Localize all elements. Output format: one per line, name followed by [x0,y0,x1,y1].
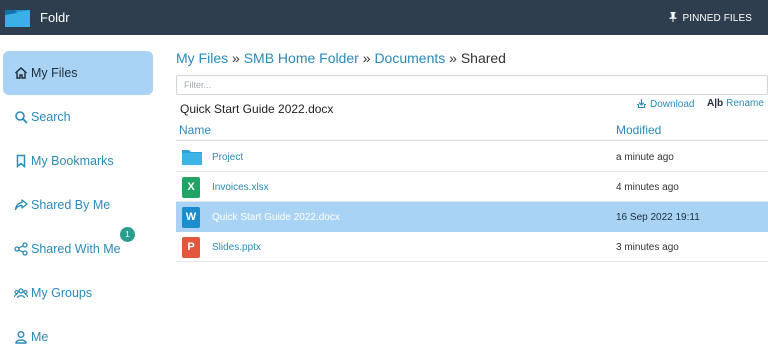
sidebar-item-my-bookmarks[interactable]: My Bookmarks [3,139,153,183]
folder-icon [182,150,202,165]
share-icon [14,199,28,211]
pinned-files-button[interactable]: PINNED FILES [669,12,752,24]
column-header-modified[interactable]: Modified [616,123,661,137]
rename-button[interactable]: A|b Rename [707,98,764,109]
pin-icon [669,12,677,22]
breadcrumb-documents[interactable]: Documents [374,50,445,66]
sidebar-item-label: My Files [31,66,78,80]
sidebar-item-search[interactable]: Search [3,95,153,139]
download-button[interactable]: Download [636,98,694,110]
download-icon [637,99,646,109]
home-icon [14,66,28,79]
sidebar-item-my-files[interactable]: My Files [3,51,153,95]
bookmark-icon [16,154,26,168]
header-divider [176,140,768,141]
file-name[interactable]: Quick Start Guide 2022.docx [212,212,340,223]
sidebar-item-label: Shared With Me [31,242,121,256]
file-name[interactable]: Project [212,152,243,163]
file-modified: a minute ago [616,152,674,163]
rename-label: Rename [726,98,764,109]
sidebar-item-label: Shared By Me [31,198,111,212]
breadcrumb-separator: » [362,50,371,66]
excel-icon: X [182,177,200,198]
breadcrumb: My Files » SMB Home Folder » Documents »… [176,50,506,66]
table-row[interactable]: P Slides.pptx 3 minutes ago [176,232,768,262]
filter-input[interactable] [176,75,768,95]
shared-with-icon [14,242,28,256]
powerpoint-icon: P [182,237,200,258]
file-name[interactable]: Invoices.xlsx [212,182,269,193]
rename-icon: A|b [707,98,724,109]
breadcrumb-current: Shared [460,50,506,66]
table-row[interactable]: X Invoices.xlsx 4 minutes ago [176,172,768,202]
breadcrumb-separator: » [232,50,240,66]
table-row[interactable]: Project a minute ago [176,142,768,172]
sidebar-item-shared-by-me[interactable]: Shared By Me [3,183,153,227]
breadcrumb-my-files[interactable]: My Files [176,50,228,66]
sidebar-item-label: My Groups [31,286,93,300]
notification-badge: 1 [120,227,135,242]
sidebar-item-label: Me [31,330,49,344]
word-icon: W [182,207,200,228]
groups-icon [14,288,28,299]
download-label: Download [650,99,695,110]
sidebar-item-label: Search [31,110,71,124]
search-icon [15,111,28,124]
user-icon [15,331,27,344]
app-title[interactable]: Foldr [40,10,70,25]
file-modified: 4 minutes ago [616,182,679,193]
sidebar-item-me[interactable]: Me [3,315,153,353]
breadcrumb-separator: » [449,50,457,66]
table-row-selected[interactable]: W Quick Start Guide 2022.docx 16 Sep 202… [176,202,768,232]
pinned-files-label: PINNED FILES [682,13,752,24]
file-name[interactable]: Slides.pptx [212,242,261,253]
file-modified: 3 minutes ago [616,242,679,253]
breadcrumb-smb-home-folder[interactable]: SMB Home Folder [244,50,359,66]
foldr-logo-icon[interactable] [5,8,30,27]
file-modified: 16 Sep 2022 19:11 [616,212,700,223]
sidebar-item-label: My Bookmarks [31,154,114,168]
sidebar-item-shared-with-me[interactable]: Shared With Me 1 [3,227,153,271]
sidebar-item-my-groups[interactable]: My Groups [3,271,153,315]
top-bar: Foldr PINNED FILES [0,0,768,35]
selected-file-title: Quick Start Guide 2022.docx [180,102,334,116]
column-header-name[interactable]: Name [179,123,211,137]
sidebar: My Files Search My Bookmarks Shared By M… [0,35,160,353]
